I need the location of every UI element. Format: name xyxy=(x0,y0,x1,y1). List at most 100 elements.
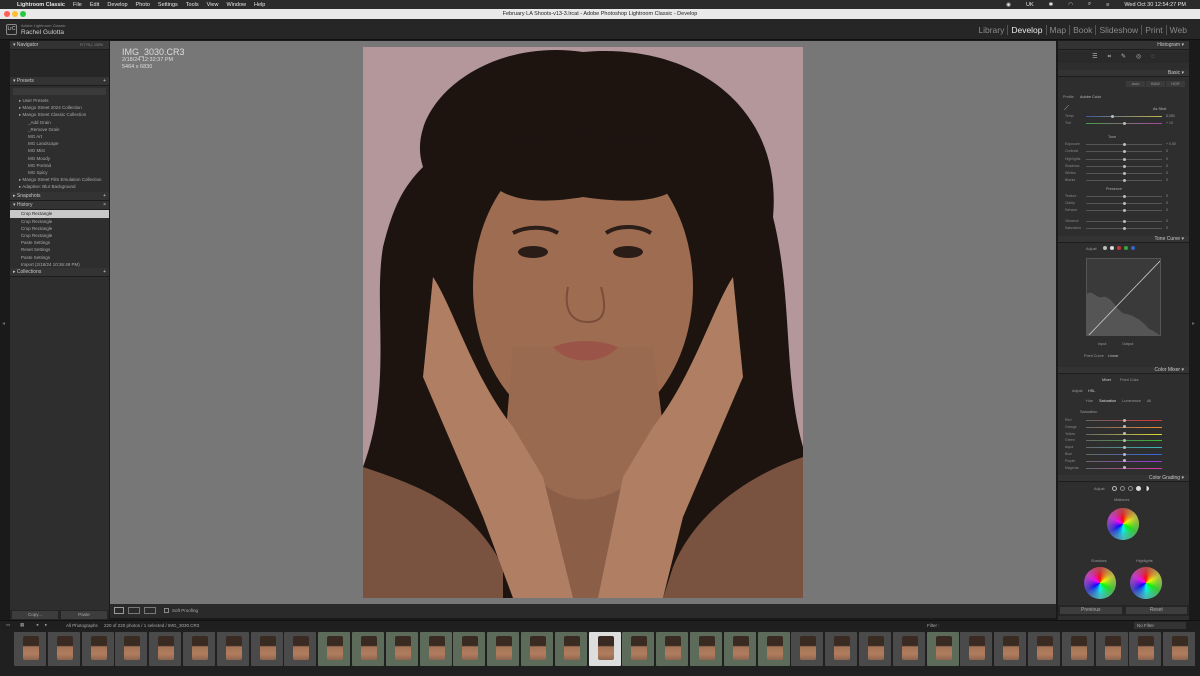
mixer-slider-track[interactable] xyxy=(1086,432,1162,436)
mixer-slider-track[interactable] xyxy=(1086,425,1162,429)
filter-select[interactable]: No Filter xyxy=(1134,622,1186,629)
history-step[interactable]: Import (2/18/24 10:36:49 PM) xyxy=(10,261,109,268)
menu-settings[interactable]: Settings xyxy=(158,2,178,8)
preset-item[interactable]: MG Spicy xyxy=(10,169,109,176)
hdr-button[interactable]: HDR xyxy=(1166,81,1185,87)
filmstrip-thumbnail[interactable] xyxy=(14,632,46,666)
slider-track[interactable] xyxy=(1086,194,1162,198)
filmstrip-thumbnail[interactable] xyxy=(791,632,824,666)
menu-photo[interactable]: Photo xyxy=(136,2,150,8)
slider-thumb[interactable] xyxy=(1122,445,1126,449)
slider-track[interactable] xyxy=(1086,114,1162,118)
filmstrip-thumbnail[interactable] xyxy=(47,632,80,666)
preset-item[interactable]: _Remove Grain xyxy=(10,126,109,133)
slider-track[interactable] xyxy=(1086,226,1162,230)
slider-value[interactable]: 0 xyxy=(1166,178,1168,182)
red-eye-icon[interactable]: ◎ xyxy=(1136,51,1141,63)
mixer-slider-track[interactable] xyxy=(1086,445,1162,449)
filmstrip-thumbnail[interactable] xyxy=(859,632,891,666)
hsl-tab-hue[interactable]: Hue xyxy=(1086,399,1093,403)
slider-thumb[interactable] xyxy=(1122,208,1126,212)
slider-value[interactable]: 0 xyxy=(1166,208,1168,212)
module-print[interactable]: Print xyxy=(1142,25,1167,35)
filmstrip-thumbnail[interactable] xyxy=(1163,632,1196,666)
preset-search-input[interactable] xyxy=(13,88,106,95)
filmstrip-thumbnail[interactable] xyxy=(149,632,182,666)
mixer-mode-select[interactable]: HSL xyxy=(1088,389,1095,393)
close-window-button[interactable] xyxy=(4,11,10,17)
slider-value[interactable]: 0 xyxy=(1166,201,1168,205)
bluetooth-icon[interactable]: ✱ xyxy=(1049,2,1054,8)
paste-button[interactable]: Paste xyxy=(61,611,107,619)
filmstrip-thumbnail[interactable] xyxy=(216,632,249,666)
filmstrip-thumbnail[interactable] xyxy=(521,632,553,666)
menu-view[interactable]: View xyxy=(207,2,219,8)
history-header[interactable]: ▾ History × xyxy=(10,201,109,211)
module-slideshow[interactable]: Slideshow xyxy=(1096,25,1143,35)
collections-header[interactable]: ▸ Collections + xyxy=(10,267,109,277)
auto-button[interactable]: Auto xyxy=(1126,81,1145,87)
filmstrip-thumbnail[interactable] xyxy=(1095,632,1128,666)
menu-develop[interactable]: Develop xyxy=(107,2,127,8)
preset-item[interactable]: ▸ Mango Street Classic Collection xyxy=(10,111,109,118)
slider-thumb[interactable] xyxy=(1122,178,1126,182)
filmstrip-thumbnail[interactable] xyxy=(81,632,114,666)
slider-track[interactable] xyxy=(1086,157,1162,161)
navigator-preview[interactable] xyxy=(10,50,109,77)
snapshots-header[interactable]: ▸ Snapshots + xyxy=(10,192,109,202)
menu-window[interactable]: Window xyxy=(226,2,246,8)
clear-history-icon[interactable]: × xyxy=(103,201,106,210)
white-balance-picker-icon[interactable]: ⟋ xyxy=(1064,105,1069,113)
back-arrow-icon[interactable]: ◂ xyxy=(36,622,38,628)
secondary-display-icon[interactable]: ▭ xyxy=(6,622,10,628)
search-icon[interactable]: ⌕ xyxy=(1088,1,1091,8)
slider-value[interactable]: 0 xyxy=(1166,226,1168,230)
portrait-photo[interactable] xyxy=(363,47,803,598)
input-language[interactable]: UK xyxy=(1026,2,1034,8)
filmstrip-thumbnail[interactable] xyxy=(994,632,1027,666)
slider-thumb[interactable] xyxy=(1122,226,1126,230)
history-step[interactable]: Paste Settings xyxy=(10,239,109,246)
slider-thumb[interactable] xyxy=(1122,157,1126,161)
preset-item[interactable]: ▸ Mango Street 2024 Collection xyxy=(10,104,109,111)
filmstrip-thumbnail[interactable] xyxy=(656,632,689,666)
history-step[interactable]: Crop Rectangle xyxy=(10,210,109,218)
point-curve-select[interactable]: Linear xyxy=(1108,354,1119,358)
copy-button[interactable]: Copy... xyxy=(12,611,58,619)
navigator-header[interactable]: ▾ Navigator FIT FILL 100% xyxy=(10,41,109,50)
edit-sliders-icon[interactable]: ☰ xyxy=(1092,51,1097,63)
slider-value[interactable]: 0 xyxy=(1166,149,1168,153)
forward-arrow-icon[interactable]: ▸ xyxy=(45,622,47,628)
slider-thumb[interactable] xyxy=(1122,459,1126,463)
color-grading-header[interactable]: Color Grading ▾ xyxy=(1058,475,1189,482)
grading-highlights-icon[interactable] xyxy=(1136,486,1141,491)
before-after-icon[interactable] xyxy=(128,607,140,614)
color-mixer-header[interactable]: Color Mixer ▾ xyxy=(1058,367,1189,374)
slider-track[interactable] xyxy=(1086,164,1162,168)
mixer-slider-track[interactable] xyxy=(1086,466,1162,470)
grading-3way-icon[interactable] xyxy=(1112,486,1117,491)
hsl-tab-saturation[interactable]: Saturation xyxy=(1099,399,1116,403)
control-center-icon[interactable]: ≡ xyxy=(1106,2,1109,8)
curve-point-icon[interactable] xyxy=(1110,246,1114,250)
grading-midtones-icon[interactable] xyxy=(1128,486,1133,491)
bw-button[interactable]: B&W xyxy=(1146,81,1165,87)
mixer-slider-track[interactable] xyxy=(1086,438,1162,442)
module-map[interactable]: Map xyxy=(1047,25,1071,35)
masking-icon[interactable]: ◌ xyxy=(1151,51,1155,63)
filmstrip-thumbnail[interactable] xyxy=(318,632,351,666)
filmstrip-thumbnail[interactable] xyxy=(690,632,722,666)
add-collection-icon[interactable]: + xyxy=(103,268,106,277)
slider-value[interactable]: 0 xyxy=(1166,219,1168,223)
filmstrip-thumbnail[interactable] xyxy=(1129,632,1162,666)
curve-green-icon[interactable] xyxy=(1124,246,1128,250)
minimize-window-button[interactable] xyxy=(12,11,18,17)
slider-value[interactable]: + 0.00 xyxy=(1166,142,1176,146)
histogram-header[interactable]: Histogram ▾ xyxy=(1058,41,1189,50)
wifi-icon[interactable]: ◠ xyxy=(1068,2,1073,8)
mixer-slider-track[interactable] xyxy=(1086,418,1162,422)
filmstrip-thumbnail[interactable] xyxy=(554,632,587,666)
midtones-color-wheel[interactable] xyxy=(1107,508,1139,540)
filmstrip-thumbnail[interactable] xyxy=(419,632,452,666)
curve-red-icon[interactable] xyxy=(1117,246,1121,250)
